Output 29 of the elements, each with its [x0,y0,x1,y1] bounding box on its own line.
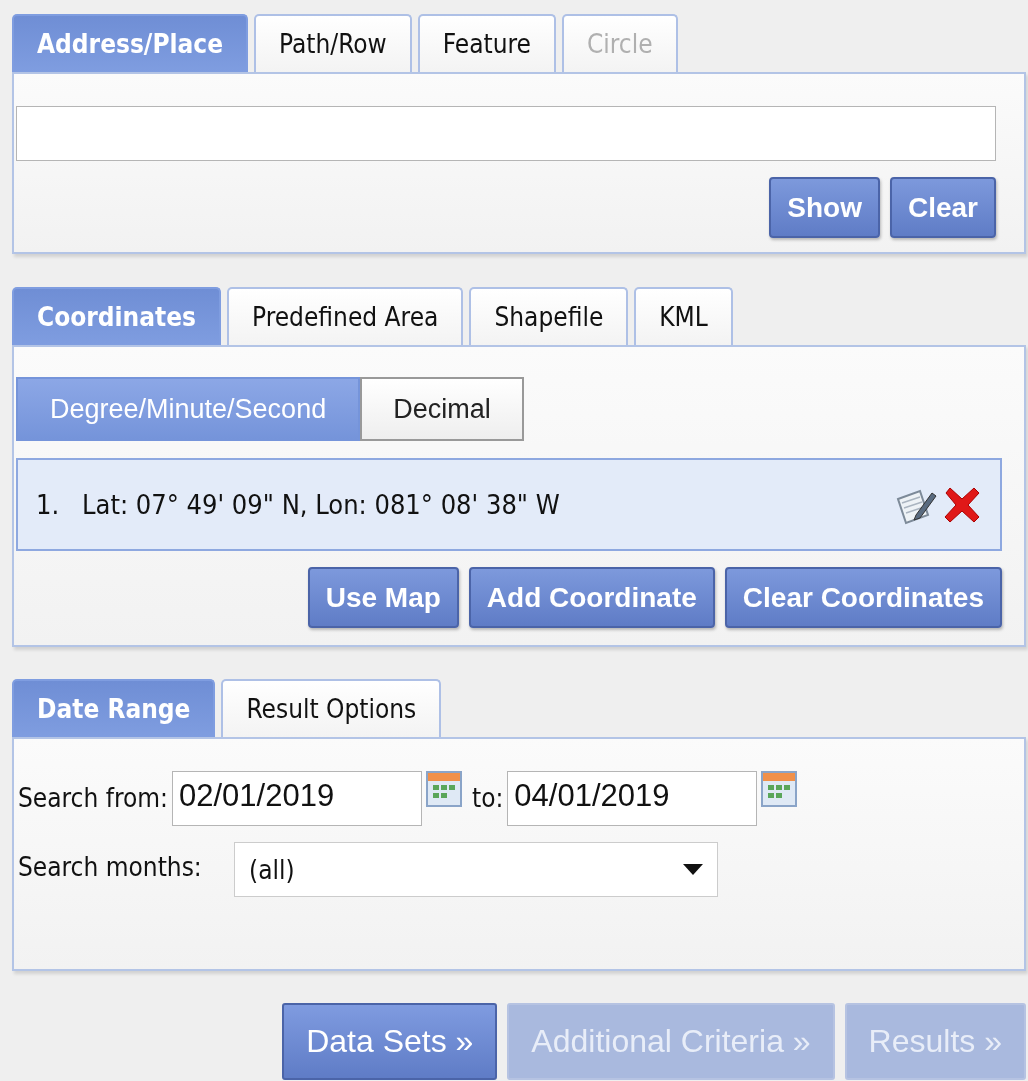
field-label: Search from: [18,782,168,815]
date-input-field[interactable]: 04/01/2019 [507,771,758,826]
format-toggle-button[interactable]: Decimal [360,377,524,441]
nav-button[interactable]: Data Sets » [282,1003,498,1080]
action-button[interactable]: Add Coordinate [468,567,715,628]
tab[interactable]: KML [634,287,733,345]
search-input-field[interactable] [16,106,996,161]
tab[interactable]: Feature [417,14,556,72]
months-dropdown[interactable]: (all) [234,842,718,897]
tab[interactable]: Path/Row [254,14,412,72]
action-button[interactable]: Show [769,177,880,238]
action-button[interactable]: Clear Coordinates [724,567,1002,628]
tab[interactable]: Coordinates [12,287,222,345]
calendar-icon[interactable] [426,771,462,807]
item-number: 1. [36,489,61,520]
dropdown-caret-icon [683,864,703,875]
date-input-field[interactable]: 02/01/2019 [172,771,422,826]
tab[interactable]: Address/Place [12,14,249,72]
tab[interactable]: Date Range [12,679,216,737]
tab[interactable]: Shapefile [469,287,629,345]
action-button[interactable]: Clear [889,177,996,238]
coordinate-text: Lat: 07° 49' 09" N, Lon: 081° 08' 38" W [82,489,561,520]
tab[interactable]: Result Options [221,679,442,737]
action-button[interactable]: Use Map [307,567,459,628]
field-label: to: [472,782,504,815]
calendar-icon[interactable] [761,771,798,807]
field-label: Search months: [18,851,203,884]
format-toggle-button[interactable]: Degree/Minute/Second [16,377,361,441]
tab[interactable]: Predefined Area [227,287,464,345]
